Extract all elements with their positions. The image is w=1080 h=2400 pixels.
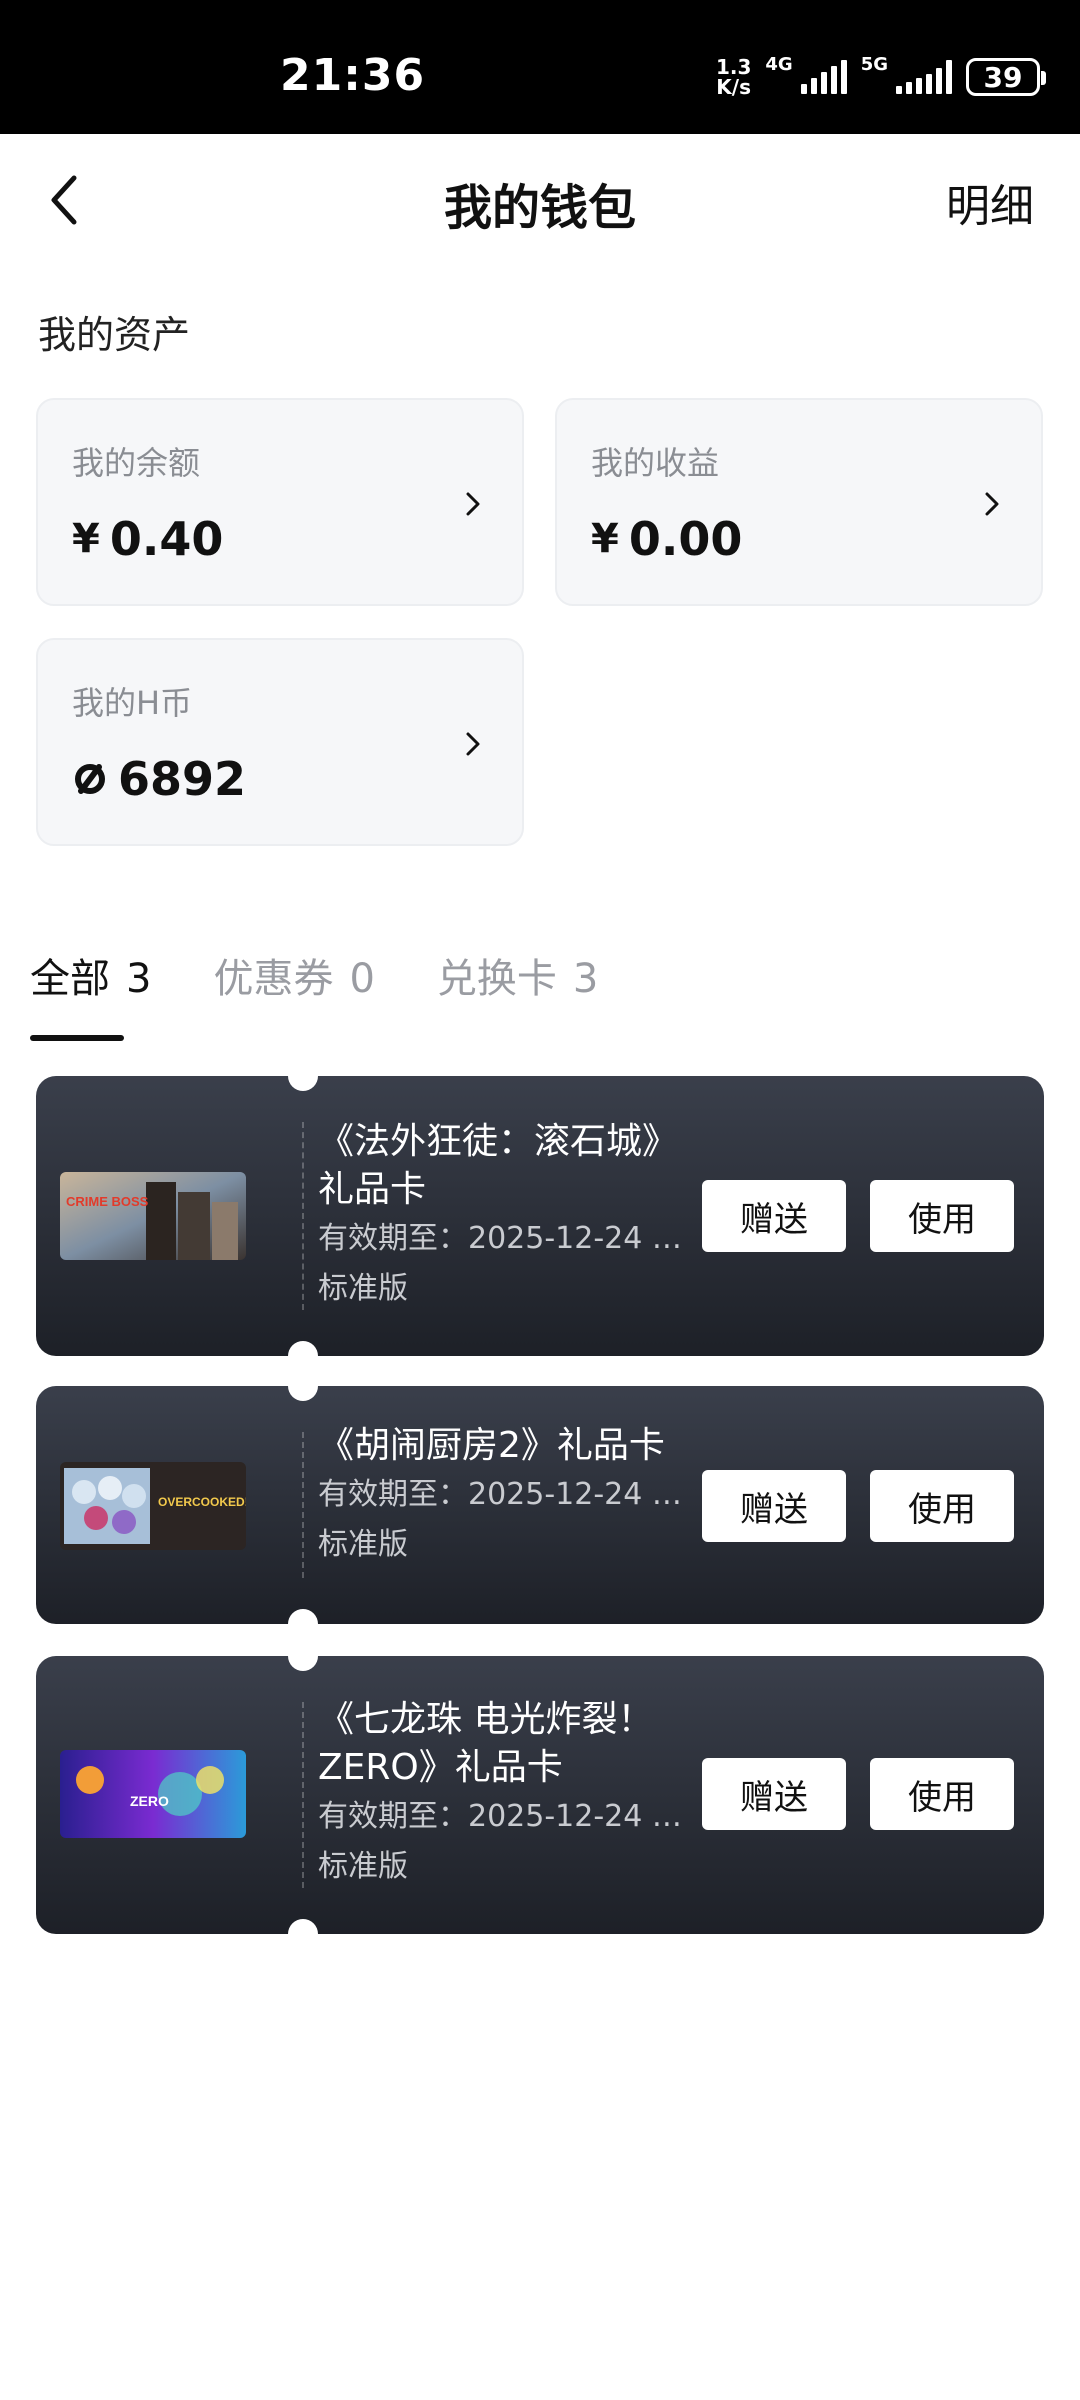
card-notch (288, 1609, 318, 1639)
card-notch (288, 1641, 318, 1671)
net-speed: 1.3 K/s (715, 55, 752, 99)
card-notch (288, 1919, 318, 1949)
card-divider (302, 1122, 304, 1310)
gift-title-line2: 礼品卡 (318, 1169, 427, 1210)
gift-title: 《胡闹厨房2》礼品卡 (318, 1425, 665, 1466)
gift-info: 《七龙珠 电光炸裂！ ZERO》礼品卡 有效期至：2025-12-24 1...… (318, 1696, 718, 1892)
gift-button[interactable]: 赠送 (702, 1470, 846, 1542)
network-4g-label: 4G (765, 54, 793, 75)
use-button[interactable]: 使用 (870, 1758, 1014, 1830)
gift-card[interactable]: CRIME BOSS 《法外狂徒：滚石城》 礼品卡 有效期至：2025-12-2… (36, 1061, 1044, 1371)
game-thumbnail: CRIME BOSS (60, 1172, 246, 1260)
card-divider (302, 1432, 304, 1578)
status-bar: 21:36 1.3 K/s 4G 5G 39 (0, 0, 1080, 134)
gift-edition: 标准版 (318, 1271, 408, 1306)
thumbnail-title: CRIME BOSS (66, 1194, 149, 1209)
page-title: 我的钱包 (443, 180, 636, 236)
voucher-tabs: 全部 3 优惠券 0 兑换卡 3 (30, 946, 598, 1046)
hcoin-icon (75, 764, 105, 794)
earnings-amount: 0.00 (628, 512, 743, 566)
thumbnail-title: OVERCOOKED! 2 (158, 1495, 246, 1509)
game-thumbnail: OVERCOOKED! 2 (60, 1462, 246, 1550)
gift-title-line2: ZERO》礼品卡 (318, 1747, 563, 1788)
chevron-right-icon (985, 492, 999, 516)
assets-section-title: 我的资产 (38, 313, 191, 357)
gift-edition: 标准版 (318, 1849, 408, 1884)
tab-all[interactable]: 全部 3 (30, 946, 151, 1046)
balance-label: 我的余额 (72, 444, 201, 482)
card-divider (302, 1702, 304, 1888)
currency-symbol: ¥ (72, 516, 100, 562)
gift-card[interactable]: ZERO 《七龙珠 电光炸裂！ ZERO》礼品卡 有效期至：2025-12-24… (36, 1641, 1044, 1949)
game-thumbnail: ZERO (60, 1750, 246, 1838)
balance-card[interactable]: 我的余额 ¥ 0.40 (36, 398, 524, 606)
detail-link[interactable]: 明细 (946, 170, 1034, 234)
gift-expiry: 有效期至：2025-12-24 1... (318, 1221, 690, 1256)
use-button[interactable]: 使用 (870, 1470, 1014, 1542)
signal-4g-icon (800, 60, 847, 94)
gift-info: 《胡闹厨房2》礼品卡 有效期至：2025-12-24 1... 标准版 (318, 1422, 718, 1570)
hcoin-amount: 6892 (118, 752, 247, 806)
currency-symbol: ¥ (591, 516, 619, 562)
gift-info: 《法外狂徒：滚石城》 礼品卡 有效期至：2025-12-24 1... 标准版 (318, 1118, 718, 1314)
earnings-label: 我的收益 (591, 444, 720, 482)
status-time: 21:36 (280, 50, 426, 101)
card-notch (288, 1341, 318, 1371)
hcoin-value: 6892 (72, 752, 246, 806)
network-5g-label: 5G (860, 54, 888, 75)
gift-card[interactable]: OVERCOOKED! 2 《胡闹厨房2》礼品卡 有效期至：2025-12-24… (36, 1371, 1044, 1639)
app-header: 我的钱包 明细 (0, 134, 1080, 266)
battery-icon: 39 (966, 58, 1046, 96)
earnings-value: ¥ 0.00 (591, 512, 742, 566)
status-indicators: 1.3 K/s 4G 5G 39 (715, 54, 1046, 100)
card-notch (288, 1061, 318, 1091)
gift-button[interactable]: 赠送 (702, 1180, 846, 1252)
gift-button[interactable]: 赠送 (702, 1758, 846, 1830)
gift-expiry: 有效期至：2025-12-24 1... (318, 1477, 690, 1512)
chevron-right-icon (466, 492, 480, 516)
balance-amount: 0.40 (109, 512, 224, 566)
gift-title: 《法外狂徒：滚石城》 (318, 1121, 679, 1162)
card-notch (288, 1371, 318, 1401)
chevron-right-icon (466, 732, 480, 756)
tab-coupons[interactable]: 优惠券 0 (213, 946, 374, 1046)
hcoin-label: 我的H币 (72, 684, 193, 722)
use-button[interactable]: 使用 (870, 1180, 1014, 1252)
gift-title: 《七龙珠 电光炸裂！ (318, 1699, 654, 1740)
earnings-card[interactable]: 我的收益 ¥ 0.00 (555, 398, 1043, 606)
tab-redeem-cards[interactable]: 兑换卡 3 (437, 946, 598, 1046)
balance-value: ¥ 0.40 (72, 512, 223, 566)
gift-expiry: 有效期至：2025-12-24 1... (318, 1799, 690, 1834)
hcoin-card[interactable]: 我的H币 6892 (36, 638, 524, 846)
signal-5g-icon (896, 60, 952, 94)
gift-edition: 标准版 (318, 1527, 408, 1562)
thumbnail-title: ZERO (130, 1793, 169, 1809)
